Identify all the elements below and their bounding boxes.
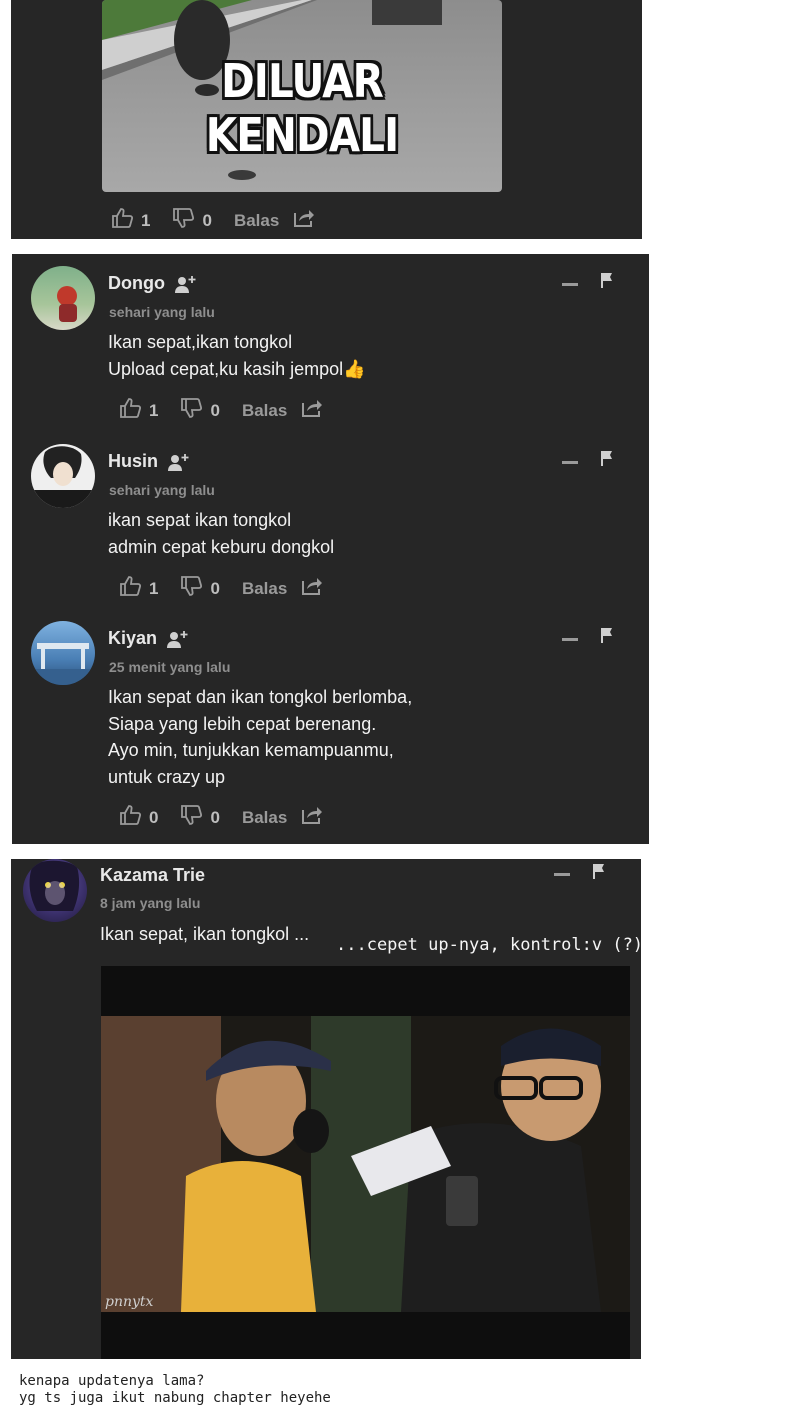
flag-icon[interactable] — [592, 863, 606, 879]
dislike-count: 0 — [210, 578, 220, 598]
thumbs-down-icon — [181, 576, 203, 596]
avatar[interactable] — [31, 621, 95, 685]
thumbs-up-emoji-icon: 👍 — [343, 358, 366, 379]
share-icon — [302, 578, 323, 595]
meme-caption: DILUAR KENDALI — [205, 54, 399, 162]
comment-body: ikan sepat ikan tongkol admin cepat kebu… — [108, 510, 335, 557]
add-user-icon[interactable] — [167, 630, 189, 648]
comment-actions: 1 0 Balas — [119, 398, 323, 423]
share-button[interactable] — [301, 805, 323, 830]
author-name: Husin — [108, 451, 159, 471]
like-count: 1 — [149, 400, 159, 420]
timestamp: 8 jam yang lalu — [100, 895, 201, 911]
collapse-button[interactable] — [562, 283, 578, 286]
avatar-image — [29, 860, 80, 911]
reply-button[interactable]: Balas — [242, 808, 287, 828]
comment-body: Ikan sepat,ikan tongkol Upload cepat,ku … — [108, 329, 366, 382]
author[interactable]: Kiyan — [108, 628, 189, 649]
author-name: Kazama Trie — [100, 865, 206, 885]
timestamp: 25 menit yang lalu — [109, 659, 231, 675]
avatar[interactable] — [31, 444, 95, 508]
thumbs-up-icon — [120, 805, 142, 825]
video-watermark: pnnytx — [105, 1294, 154, 1310]
share-icon — [294, 210, 315, 227]
flag-icon[interactable] — [600, 450, 614, 466]
timestamp: sehari yang lalu — [109, 304, 215, 320]
thumbs-up-icon — [120, 398, 142, 418]
avatar-image — [31, 446, 95, 508]
author[interactable]: Kazama Trie — [100, 865, 205, 886]
annotation-text: ...cepet up-nya, kontrol:v (?) — [336, 935, 644, 955]
share-button[interactable] — [301, 398, 323, 423]
like-button[interactable] — [119, 398, 142, 423]
like-button[interactable] — [119, 805, 142, 830]
share-icon — [302, 807, 323, 824]
thumbs-down-icon — [173, 208, 195, 228]
reply-button[interactable]: Balas — [242, 401, 287, 421]
add-user-icon[interactable] — [168, 453, 190, 471]
dislike-button[interactable] — [180, 805, 203, 830]
avatar-image — [31, 643, 95, 685]
avatar-image — [57, 286, 77, 322]
comment-actions: 0 0 Balas — [119, 805, 323, 830]
meme-image: DILUAR KENDALI — [102, 0, 502, 192]
like-count: 1 — [149, 578, 159, 598]
thumbs-down-icon — [181, 398, 203, 418]
like-button[interactable] — [119, 576, 142, 601]
share-button[interactable] — [293, 208, 315, 233]
share-icon — [302, 400, 323, 417]
dislike-count: 0 — [210, 807, 220, 827]
timestamp: sehari yang lalu — [109, 482, 215, 498]
author-name: Dongo — [108, 273, 165, 293]
collapse-button[interactable] — [562, 638, 578, 641]
add-user-icon[interactable] — [174, 275, 197, 293]
collapse-button[interactable] — [554, 873, 570, 876]
author[interactable]: Husin — [108, 451, 190, 472]
comment-actions: 1 0 Balas — [119, 576, 323, 601]
comment-text: Ikan sepat,ikan tongkol Upload cepat,ku … — [108, 332, 344, 379]
comment-body: Ikan sepat, ikan tongkol ... — [100, 924, 310, 944]
video-frame: pnnytx — [101, 966, 630, 1359]
thumbs-up-icon — [112, 208, 134, 228]
footnote-line-1: kenapa updatenya lama? — [19, 1373, 205, 1389]
dislike-button[interactable] — [172, 208, 195, 233]
reply-button[interactable]: Balas — [234, 211, 279, 231]
reply-button[interactable]: Balas — [242, 579, 287, 599]
dislike-button[interactable] — [180, 576, 203, 601]
flag-icon[interactable] — [600, 627, 614, 643]
author[interactable]: Dongo — [108, 273, 197, 294]
comment-thread-panel: Dongo sehari yang lalu Ikan sepat,ikan t… — [12, 254, 649, 844]
comment-body: Ikan sepat dan ikan tongkol berlomba, Si… — [108, 687, 413, 787]
video-still: pnnytx — [101, 1016, 630, 1312]
collapse-button[interactable] — [562, 461, 578, 464]
top-post-panel: DILUAR KENDALI 1 0 Balas — [11, 0, 642, 239]
top-post-actions: 1 0 Balas — [111, 208, 315, 233]
dislike-count: 0 — [210, 400, 220, 420]
thumbs-down-icon — [181, 805, 203, 825]
like-button[interactable] — [111, 208, 134, 233]
share-button[interactable] — [301, 576, 323, 601]
like-count: 1 — [141, 210, 151, 230]
avatar[interactable] — [23, 859, 87, 922]
dislike-button[interactable] — [180, 398, 203, 423]
footnote-line-2: yg ts juga ikut nabung chapter heyehe — [19, 1390, 331, 1406]
flag-icon[interactable] — [600, 272, 614, 288]
author-name: Kiyan — [108, 628, 158, 648]
dislike-count: 0 — [202, 210, 212, 230]
like-count: 0 — [149, 807, 159, 827]
avatar[interactable] — [31, 266, 95, 330]
bottom-post-panel: Kazama Trie 8 jam yang lalu Ikan sepat, … — [11, 859, 641, 1359]
thumbs-up-icon — [120, 576, 142, 596]
